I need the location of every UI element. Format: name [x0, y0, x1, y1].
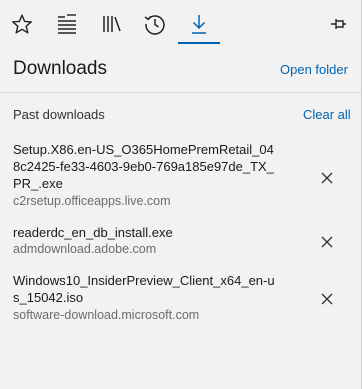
- reading-list-icon[interactable]: [47, 4, 87, 44]
- history-icon[interactable]: [135, 4, 175, 44]
- divider: [0, 92, 362, 93]
- close-icon[interactable]: [317, 289, 337, 309]
- clear-all-link[interactable]: Clear all: [303, 107, 351, 122]
- download-file-name[interactable]: readerdc_en_db_install.exe: [13, 224, 275, 241]
- download-file-name[interactable]: Setup.X86.en-US_O365HomePremRetail_048c2…: [13, 141, 275, 192]
- panel-title: Downloads: [13, 58, 107, 79]
- download-source: software-download.microsoft.com: [13, 308, 200, 322]
- download-source: admdownload.adobe.com: [13, 242, 157, 256]
- pin-icon[interactable]: [318, 4, 358, 44]
- favorites-star-icon[interactable]: [2, 4, 42, 44]
- close-icon[interactable]: [317, 168, 337, 188]
- books-icon[interactable]: [92, 4, 132, 44]
- hub-toolbar: [0, 0, 362, 48]
- active-tab-indicator: [178, 42, 220, 44]
- download-source: c2rsetup.officeapps.live.com: [13, 194, 171, 208]
- close-icon[interactable]: [317, 232, 337, 252]
- open-folder-link[interactable]: Open folder: [280, 62, 348, 77]
- section-label: Past downloads: [13, 107, 105, 122]
- download-file-name[interactable]: Windows10_InsiderPreview_Client_x64_en-u…: [13, 272, 275, 306]
- downloads-icon[interactable]: [179, 4, 219, 44]
